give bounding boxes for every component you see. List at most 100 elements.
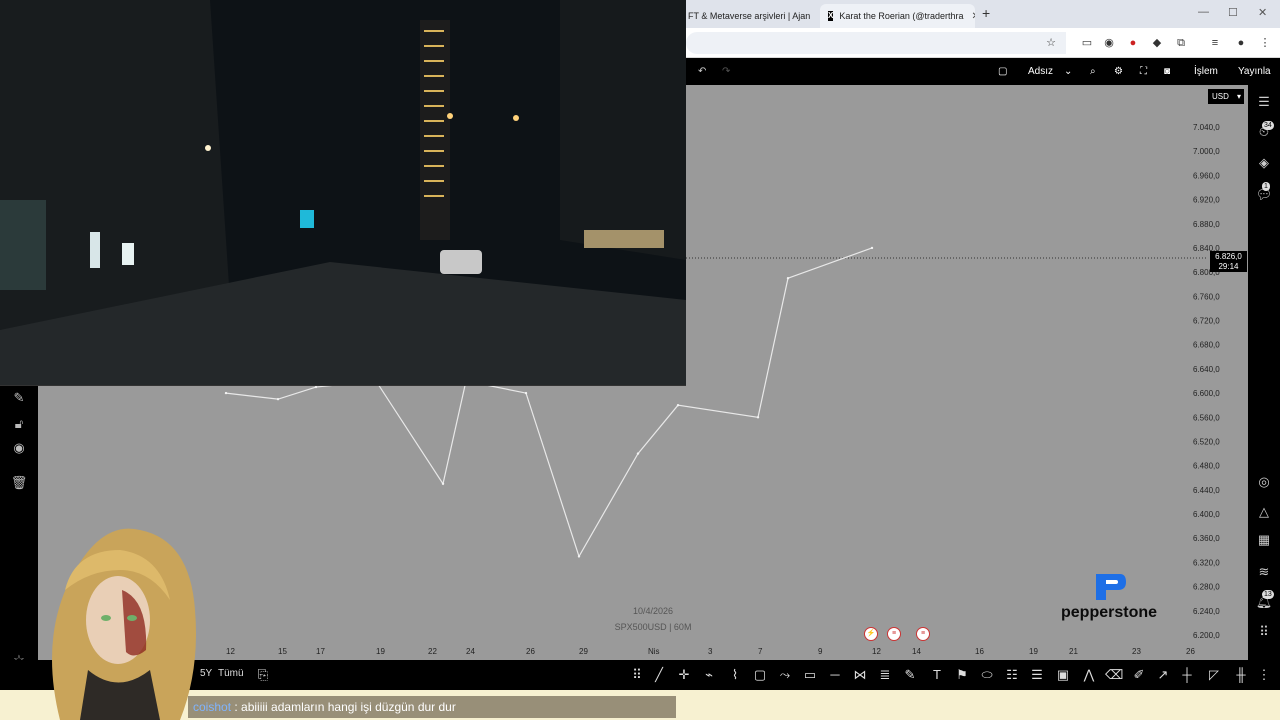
target-icon[interactable]: ◎: [1255, 473, 1273, 491]
window-close-icon[interactable]: ✕: [1258, 6, 1267, 19]
eye-icon[interactable]: ◉: [10, 439, 28, 457]
browser-tab-x-karat[interactable]: X Karat the Roerian (@traderthra ✕: [820, 4, 975, 28]
drag-handle-icon[interactable]: ⠿: [628, 666, 646, 684]
price-tick-label: 6.560,0: [1193, 413, 1220, 422]
more-icon[interactable]: ⋮: [1255, 666, 1273, 684]
price-point: [577, 555, 581, 558]
forecast-icon[interactable]: ☰: [1028, 666, 1046, 684]
close-icon[interactable]: ✕: [810, 11, 818, 22]
time-tick-label: 12: [226, 647, 235, 656]
time-tick-label: 23: [1132, 647, 1141, 656]
fib-icon[interactable]: ≣: [876, 666, 894, 684]
price-point: [314, 385, 318, 389]
price-tick-label: 6.480,0: [1193, 462, 1220, 471]
price-tick-label: 6.920,0: [1193, 196, 1220, 205]
time-tick-label: 14: [912, 647, 921, 656]
vtuber-avatar: [30, 520, 210, 720]
image-icon[interactable]: ▣: [1054, 666, 1072, 684]
calendar-icon[interactable]: ▦: [1255, 531, 1273, 549]
currency-label: USD: [1212, 92, 1229, 101]
currency-selector[interactable]: USD ▾: [1208, 89, 1244, 104]
browser-menu-icon[interactable]: ⋮: [1258, 36, 1272, 50]
quick-search-icon[interactable]: ⌕: [1090, 64, 1096, 80]
callout-icon[interactable]: ▭: [801, 666, 819, 684]
camera-icon[interactable]: ◙: [1164, 64, 1170, 80]
event-lightning-icon[interactable]: ⚡: [864, 627, 878, 641]
minimize-icon[interactable]: —: [1198, 6, 1209, 18]
trade-button[interactable]: İşlem: [1194, 64, 1218, 80]
eraser-icon[interactable]: ⌫: [1105, 666, 1123, 684]
pattern-icon[interactable]: ⋈: [851, 666, 869, 684]
watermark-symbol: SPX500USD | 60M: [614, 622, 692, 632]
pencil-icon[interactable]: ✎: [901, 666, 919, 684]
ruler-icon[interactable]: ☷: [1003, 666, 1021, 684]
range-all[interactable]: Tümü: [218, 668, 244, 679]
current-price: 6.826,0: [1215, 252, 1242, 261]
trash-icon[interactable]: 🗑︎: [10, 474, 28, 492]
price-tick-label: 6.600,0: [1193, 389, 1220, 398]
extension-record-icon[interactable]: ●: [1126, 36, 1140, 50]
xabcd-icon[interactable]: ⋀: [1080, 666, 1098, 684]
time-tick-label: 29: [579, 647, 588, 656]
extension-cast-icon[interactable]: ▭: [1080, 36, 1094, 50]
chat-separator: :: [231, 700, 242, 714]
time-tick-label: 16: [975, 647, 984, 656]
time-tick-label: 22: [428, 647, 437, 656]
reading-list-icon[interactable]: ≡: [1208, 36, 1222, 50]
maximize-icon[interactable]: ☐: [1228, 6, 1238, 19]
extension-wave-icon[interactable]: ◉: [1102, 36, 1116, 50]
gann-icon[interactable]: ⌁: [700, 666, 718, 684]
event-us-flag-icon[interactable]: ≡: [887, 627, 901, 641]
settings-gear-icon[interactable]: ⚙: [1114, 64, 1123, 80]
layout-square-icon[interactable]: ▢: [998, 64, 1007, 80]
ellipse-icon[interactable]: ⬭: [978, 666, 996, 684]
tab-label: FT & Metaverse arşivleri | Ajan: [688, 11, 811, 21]
tv-top-toolbar: ↶ ↷ ▢ Adsız ⌄ ⌕ ⚙ ⛶ ◙ İşlem Yayınla: [686, 58, 1280, 85]
time-tick-label: 9: [818, 647, 823, 656]
triangle-icon[interactable]: △: [1255, 503, 1273, 521]
layers-icon[interactable]: ◈: [1255, 154, 1273, 172]
text-icon[interactable]: T: [928, 666, 946, 684]
price-tick-label: 6.640,0: [1193, 365, 1220, 374]
omnibox[interactable]: [686, 32, 1066, 54]
flag-icon[interactable]: ⚑: [953, 666, 971, 684]
trend-line-icon[interactable]: ╱: [650, 666, 668, 684]
watchlist-icon[interactable]: ☰: [1255, 93, 1273, 111]
apps-grid-icon[interactable]: ⠿: [1255, 623, 1273, 641]
crosshair-icon[interactable]: ✛: [675, 666, 693, 684]
undo-icon[interactable]: ↶: [698, 64, 706, 80]
profile-avatar-icon[interactable]: ●: [1234, 36, 1248, 50]
price-tick-label: 6.760,0: [1193, 292, 1220, 301]
price-point: [786, 276, 790, 280]
redo-icon[interactable]: ↷: [722, 64, 730, 80]
extensions-puzzle-icon[interactable]: ⧉: [1174, 36, 1188, 50]
arrow-marker-icon[interactable]: ◸: [1205, 666, 1223, 684]
price-point: [756, 416, 760, 419]
fullscreen-icon[interactable]: ⛶: [1140, 64, 1147, 80]
event-us-flag-icon[interactable]: ≡: [916, 627, 930, 641]
close-icon[interactable]: ✕: [964, 11, 975, 22]
publish-button[interactable]: Yayınla: [1238, 64, 1271, 80]
indicator-icon[interactable]: ╫: [1232, 666, 1250, 684]
x-logo-icon: X: [828, 11, 834, 21]
price-point: [224, 391, 228, 395]
rss-icon[interactable]: ≋: [1255, 563, 1273, 581]
arrow-icon[interactable]: ↗: [1154, 666, 1172, 684]
browser-tab-ajan[interactable]: FT & Metaverse arşivleri | Ajan ✕: [680, 4, 818, 28]
vertical-line-icon[interactable]: ┼: [1178, 666, 1196, 684]
path-icon[interactable]: ⤳: [776, 666, 794, 684]
rectangle-icon[interactable]: ▢: [751, 666, 769, 684]
chevron-down-icon[interactable]: ⌄: [1064, 64, 1072, 80]
bookmark-star-icon[interactable]: ☆: [1044, 36, 1058, 50]
lock-icon[interactable]: 🔓︎: [10, 415, 28, 433]
layout-name[interactable]: Adsız: [1028, 64, 1053, 80]
new-tab-button[interactable]: +: [982, 5, 990, 21]
date-range-icon[interactable]: ⎘: [254, 666, 272, 684]
brush-icon[interactable]: ⌇: [726, 666, 744, 684]
magnet-pencil-icon[interactable]: ✎: [10, 389, 28, 407]
price-point: [870, 246, 874, 250]
brush2-icon[interactable]: ✐: [1130, 666, 1148, 684]
extension-ninja-icon[interactable]: ◆: [1150, 36, 1164, 50]
horizontal-line-icon[interactable]: ─: [826, 666, 844, 684]
price-tick-label: 6.720,0: [1193, 317, 1220, 326]
